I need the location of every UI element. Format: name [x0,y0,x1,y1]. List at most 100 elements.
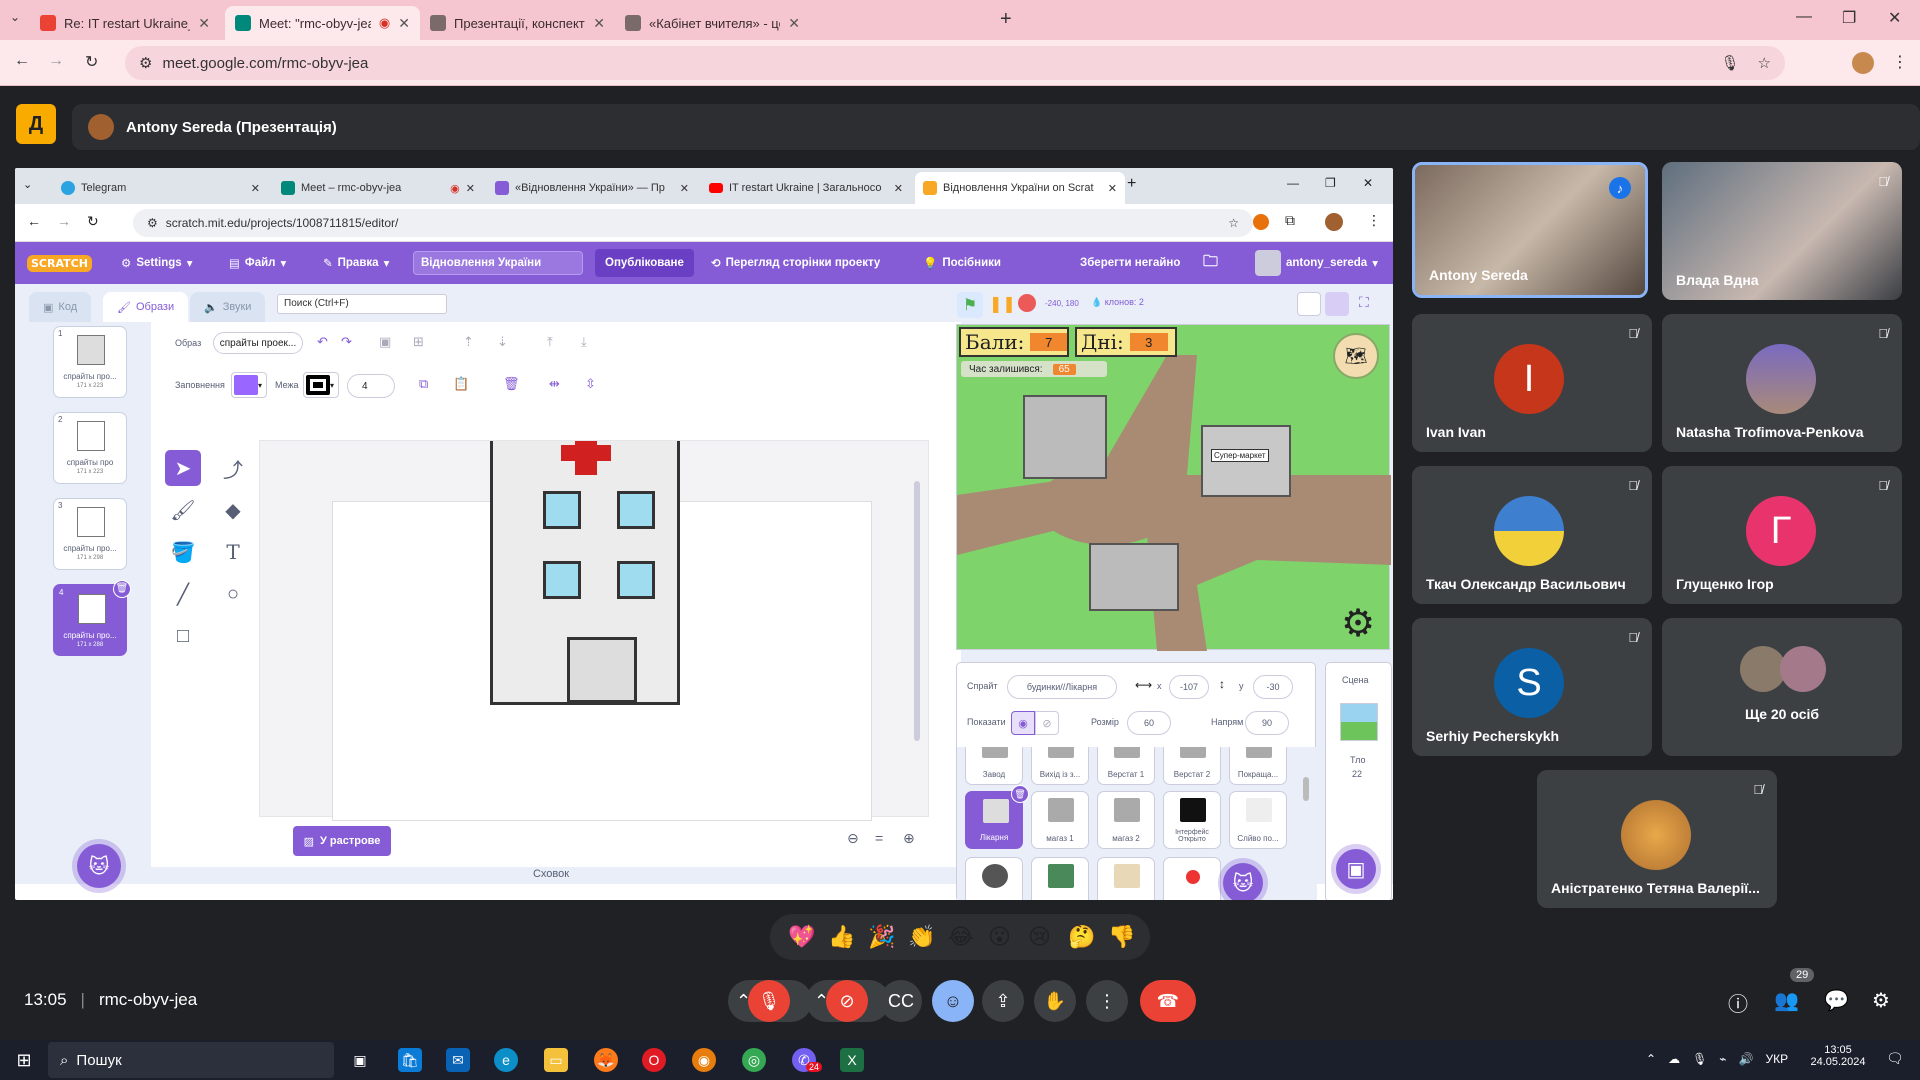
reaction-thinking[interactable]: 🤔 [1068,924,1095,950]
meeting-details-icon[interactable]: ⓘ [1728,988,1748,1017]
settings-gear-icon[interactable]: ⚙ [1341,601,1375,646]
zoom-out-button[interactable]: ⊖ [847,830,859,847]
reaction-heart[interactable]: 💖 [788,924,815,950]
y-input[interactable]: -30 [1253,675,1293,699]
close-icon[interactable]: ✕ [788,15,800,32]
inner-tab-youtube[interactable]: IT restart Ukraine | Загальносо ✕ [701,172,911,204]
green-flag-button[interactable]: ⚑ [957,292,983,318]
restore-button[interactable]: ❐ [1842,8,1856,28]
chrome-icon[interactable]: ◎ [742,1048,766,1072]
participant-tile[interactable]: 🎙̸ Natasha Trofimova-Penkova [1662,314,1902,452]
participant-tile-more[interactable]: Ще 20 осіб [1662,618,1902,756]
see-project-page-button[interactable]: ⟲ Перегляд сторінки проекту [711,242,880,284]
sprite-tile[interactable]: Слйво по... [1229,791,1287,849]
undo-icon[interactable]: ↶ [317,334,328,350]
stage-canvas[interactable]: Бали: 7 Дні: 3 Час залишився: 65 🗺 Супер… [956,324,1391,651]
costume-card[interactable]: 2 спрайты про 171 x 223 [53,412,127,484]
select-tool[interactable]: ➤ [165,450,201,486]
close-icon[interactable]: ✕ [198,15,210,32]
size-input[interactable]: 60 [1127,711,1171,735]
site-info-icon[interactable]: ⚙ [139,54,152,72]
show-visible-button[interactable]: ◉ [1011,711,1035,735]
delete-icon[interactable]: 🗑 [503,376,520,392]
language-indicator[interactable]: УКР [1765,1052,1788,1066]
excel-icon[interactable]: X [840,1048,864,1072]
costume-card[interactable]: 3 спрайты про... 171 x 298 [53,498,127,570]
back-icon[interactable]: ← [14,52,30,70]
bookmark-star-icon[interactable]: ☆ [1228,216,1239,230]
tab-search-dropdown-icon[interactable]: ⌄ [10,10,20,24]
backward-layer-icon[interactable]: ⇣ [497,334,508,350]
large-stage-button[interactable] [1325,292,1349,316]
delete-icon[interactable]: 🗑 [1011,785,1029,803]
close-icon[interactable]: ✕ [680,182,689,195]
reaction-laugh[interactable]: 😂 [948,924,974,950]
my-stuff-folder-icon[interactable]: 🗀 [1203,242,1218,284]
volume-icon[interactable]: 🔊 [1739,1052,1754,1066]
minimize-button[interactable]: — [1796,8,1812,26]
cloud-icon[interactable]: ☁ [1668,1052,1680,1066]
close-icon[interactable]: ✕ [251,182,260,195]
tab-sounds[interactable]: 🔈 Звуки [190,292,266,322]
participant-tile[interactable]: 🎙̸ Ткач Олександр Васильович [1412,466,1652,604]
text-tool[interactable]: T [215,534,251,570]
address-bar[interactable]: ⚙ meet.google.com/rmc-obyv-jea 🎙 ☆ [125,46,1785,80]
forward-icon[interactable]: → [57,213,71,229]
sprite-name-input[interactable]: будинки//Лікарня [1007,675,1117,699]
camera-off-button[interactable]: ⊘ [826,980,868,1022]
sprite-tile[interactable]: Покраща... [1229,747,1287,785]
participant-tile[interactable]: Г 🎙̸ Глущенко Ігор [1662,466,1902,604]
map-icon[interactable]: 🗺 [1333,333,1379,379]
mic-icon[interactable]: 🎙 [1692,1052,1707,1066]
sprite-tile[interactable] [1097,857,1155,900]
published-button[interactable]: Опубліковане [595,249,694,277]
sprite-tile[interactable]: Інтерфейс Открыто [1163,791,1221,849]
eraser-tool[interactable]: ◆ [215,492,251,528]
costume-card[interactable]: 1 спрайты про... 171 x 223 [53,326,127,398]
more-options-button[interactable]: ⋮ [1086,980,1128,1022]
reshape-tool[interactable]: ⤴ [215,450,251,486]
task-view-icon[interactable]: ▣ [348,1048,372,1072]
stop-button[interactable] [1018,294,1036,312]
sprite-list-scrollbar[interactable] [1303,777,1309,801]
outer-tab-presentations[interactable]: Презентації, конспекти до уро ✕ [420,6,615,40]
close-icon[interactable]: ✕ [894,182,903,195]
new-tab-button[interactable]: + [1127,175,1136,193]
back-layer-icon[interactable]: ⤓ [581,334,587,350]
clock[interactable]: 13:05 24.05.2024 [1808,1044,1868,1068]
reaction-party[interactable]: 🎉 [868,924,895,950]
sprite-tile[interactable]: Вихід із з... [1031,747,1089,785]
back-icon[interactable]: ← [27,213,41,229]
fullscreen-button[interactable]: ⛶ [1359,294,1369,311]
edge-icon[interactable]: e [494,1048,518,1072]
participant-tile[interactable]: S 🎙̸ Serhiy Pecherskykh [1412,618,1652,756]
tab-costumes[interactable]: 🖌 Образи [103,292,189,322]
activities-icon[interactable]: ⚙ [1872,988,1890,1013]
save-now-button[interactable]: Зберегти негайно [1080,242,1180,284]
settings-menu[interactable]: ⚙ Settings ▾ [121,242,192,284]
delete-icon[interactable]: 🗑 [113,580,131,598]
close-window-button[interactable]: ✕ [1888,8,1901,28]
sprite-tile[interactable]: Завод [965,747,1023,785]
site-info-icon[interactable]: ⚙ [147,216,158,230]
outline-width-input[interactable]: 4 [347,374,395,398]
reaction-clap[interactable]: 👏 [908,924,935,950]
start-button[interactable]: ⊞ [12,1048,36,1072]
flip-horizontal-icon[interactable]: ⇹ [549,376,560,392]
mic-off-button[interactable]: 🎙 [748,980,790,1022]
forward-icon[interactable]: → [48,52,64,70]
backpack-bar[interactable]: Сховок [151,868,951,884]
restore-button[interactable]: ❐ [1325,176,1336,190]
minimize-button[interactable]: — [1287,176,1299,190]
brush-tool[interactable]: 🖌 [165,492,201,528]
close-icon[interactable]: ✕ [1108,182,1117,195]
convert-to-bitmap-button[interactable]: ▨ У растрове [293,826,391,856]
store-icon[interactable]: 🛍 [398,1048,422,1072]
explorer-icon[interactable]: ▭ [544,1048,568,1072]
system-tray[interactable]: ⌃ ☁ 🎙 ⌁ 🔊 УКР [1646,1052,1788,1066]
blender-icon[interactable]: ◉ [692,1048,716,1072]
meet-app-icon[interactable]: Д [16,104,56,144]
paste-icon[interactable]: 📋 [453,376,469,392]
front-layer-icon[interactable]: ⤒ [547,334,553,350]
edit-menu[interactable]: ✎ Правка ▾ [323,242,389,284]
